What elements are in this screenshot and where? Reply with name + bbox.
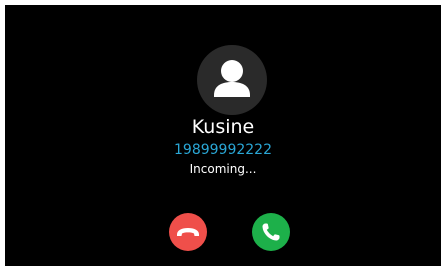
person-icon: [214, 60, 250, 97]
phone-icon: [262, 223, 280, 241]
accept-call-button[interactable]: [252, 213, 290, 251]
caller-number: 19899992222: [174, 142, 272, 158]
caller-name: Kusine: [191, 116, 255, 138]
incoming-call-screen: Kusine 19899992222 Incoming...: [5, 5, 441, 266]
decline-call-button[interactable]: [169, 213, 207, 251]
phone-hangup-icon: [177, 228, 199, 236]
avatar: [197, 45, 267, 115]
call-status: Incoming...: [189, 162, 257, 176]
